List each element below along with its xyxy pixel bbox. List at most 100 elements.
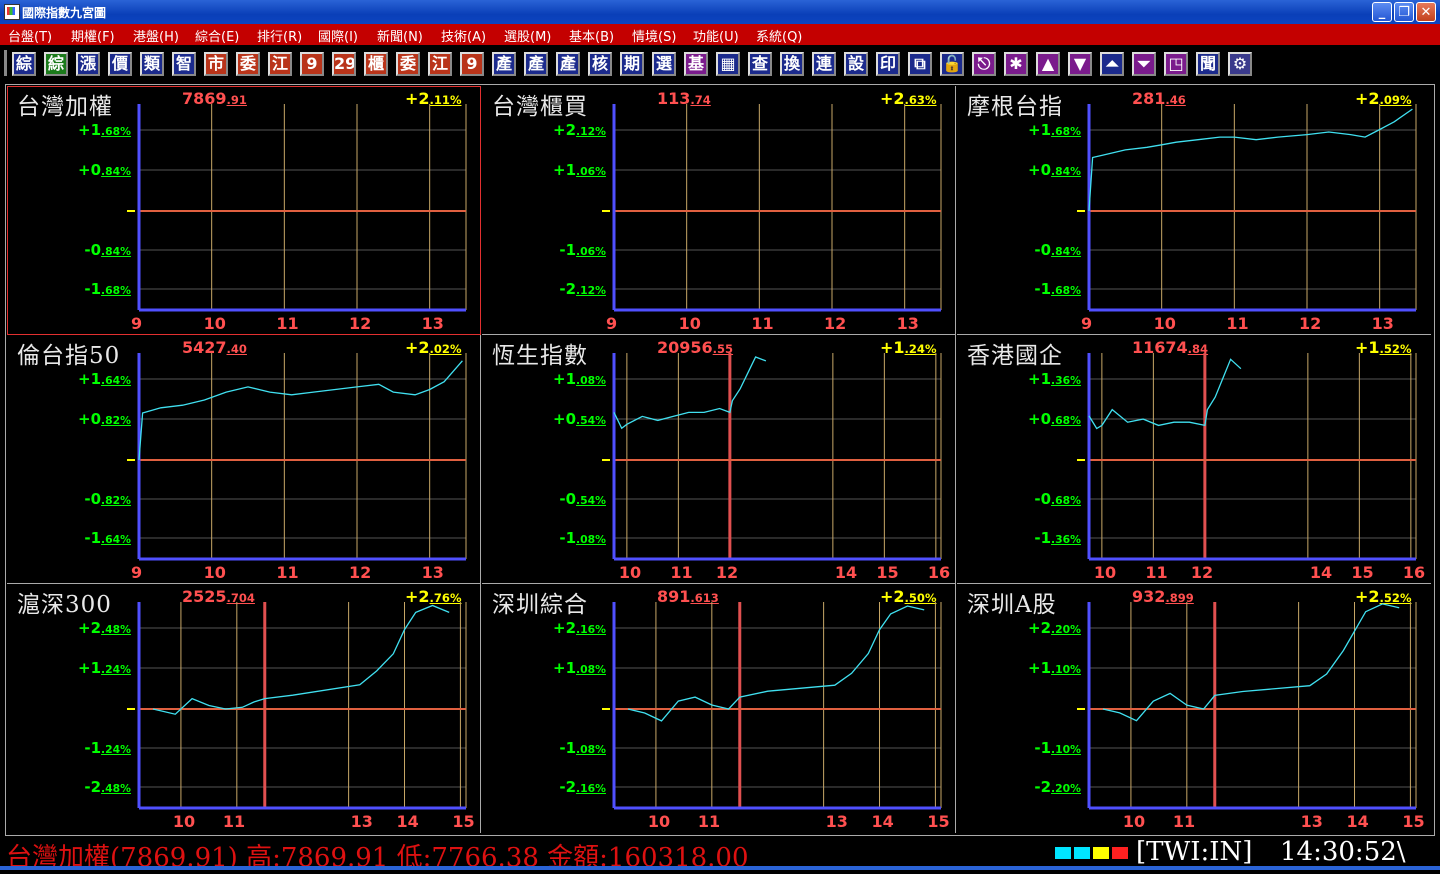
- x-axis-label: 14: [1346, 812, 1369, 831]
- toolbar-button-9[interactable]: 9: [300, 52, 324, 76]
- toolbar-button-28[interactable]: ⧉: [908, 52, 932, 76]
- toolbar-button-5[interactable]: 智: [172, 52, 196, 76]
- intraday-chart[interactable]: [957, 584, 1431, 833]
- intraday-chart[interactable]: [482, 584, 956, 833]
- toolbar-button-22[interactable]: ▦: [716, 52, 740, 76]
- intraday-chart[interactable]: [7, 86, 481, 335]
- menu-bar: 台盤(T) 期權(F) 港盤(H) 綜合(E) 排行(R) 國際(I) 新聞(N…: [0, 24, 1440, 45]
- toolbar-button-3[interactable]: 價: [108, 52, 132, 76]
- toolbar-button-25[interactable]: 連: [812, 52, 836, 76]
- x-axis-label: 10: [203, 563, 226, 582]
- toolbar-button-19[interactable]: 期: [620, 52, 644, 76]
- x-axis-label: 13: [825, 812, 848, 831]
- index-panel[interactable]: 香港國企 11674.84 +175.07 +1.52% +1.36% +0.68% -0.…: [957, 335, 1431, 584]
- toolbar-button-0[interactable]: 綜: [12, 52, 36, 76]
- menu-news[interactable]: 新聞(N): [377, 26, 423, 45]
- intraday-chart[interactable]: [482, 86, 956, 335]
- toolbar-button-21[interactable]: 基: [684, 52, 708, 76]
- menu-scenario[interactable]: 情境(S): [632, 26, 676, 45]
- toolbar-button-7[interactable]: 委: [236, 52, 260, 76]
- x-axis-label: 10: [618, 563, 642, 582]
- toolbar-button-35[interactable]: ⏷: [1132, 52, 1156, 76]
- window-bottom-border: [0, 866, 1440, 870]
- minimize-button[interactable]: _: [1372, 2, 1392, 22]
- toolbar-button-23[interactable]: 查: [748, 52, 772, 76]
- toolbar-button-32[interactable]: ▲: [1036, 52, 1060, 76]
- menu-hk[interactable]: 港盤(H): [133, 26, 179, 45]
- toolbar-button-10[interactable]: 29: [332, 52, 356, 76]
- toolbar-button-15[interactable]: 產: [492, 52, 516, 76]
- x-axis-label: 13: [1300, 812, 1323, 831]
- toolbar-button-33[interactable]: ▼: [1068, 52, 1092, 76]
- toolbar-button-20[interactable]: 選: [652, 52, 676, 76]
- menu-taipan[interactable]: 台盤(T): [8, 26, 52, 45]
- index-panel[interactable]: 深圳A股 932.899 +22.903 +2.52% +2.20% +1.10% -1.1…: [957, 584, 1431, 833]
- close-button[interactable]: ✕: [1416, 2, 1436, 22]
- x-axis-label: 14: [834, 563, 858, 582]
- menu-ranking[interactable]: 排行(R): [257, 26, 302, 45]
- app-icon: [4, 4, 20, 20]
- menu-combined[interactable]: 綜合(E): [195, 26, 239, 45]
- price-series-line: [613, 356, 767, 430]
- toolbar-button-26[interactable]: 設: [844, 52, 868, 76]
- intraday-chart[interactable]: [957, 86, 1431, 335]
- toolbar-button-17[interactable]: 產: [556, 52, 580, 76]
- index-panel[interactable]: 恆生指數 20956.55 +257.36 +1.24% +1.08% +0.54% -0.…: [482, 335, 956, 584]
- toolbar-button-14[interactable]: 9: [460, 52, 484, 76]
- x-axis-label: 16: [927, 563, 951, 582]
- intraday-chart[interactable]: [482, 335, 956, 584]
- intraday-chart[interactable]: [957, 335, 1431, 584]
- index-panel[interactable]: 滬深300 2525.704 +67.750 +2.76% +2.48% +1.24% -1…: [7, 584, 481, 833]
- index-panel[interactable]: 摩根台指 281.46 +5.76 +2.09% +1.68% +0.84% -0.84% -…: [957, 86, 1431, 335]
- x-axis-label: 10: [678, 314, 701, 333]
- price-series-line: [1088, 108, 1413, 212]
- menu-system[interactable]: 系統(Q): [756, 26, 802, 45]
- intraday-chart[interactable]: [7, 335, 481, 584]
- x-axis-label: 14: [396, 812, 419, 831]
- index-panel[interactable]: 台灣櫃買 113.74 +2.92 +2.63% +2.12% +1.06% -1.06% -…: [482, 86, 956, 335]
- menu-technical[interactable]: 技術(A): [441, 26, 486, 45]
- restore-icon: ❐: [1398, 5, 1410, 20]
- x-axis-label: 14: [1309, 563, 1333, 582]
- x-axis-label: 14: [871, 812, 894, 831]
- toolbar-button-2[interactable]: 漲: [76, 52, 100, 76]
- toolbar-button-4[interactable]: 類: [140, 52, 164, 76]
- toolbar-button-27[interactable]: 印: [876, 52, 900, 76]
- toolbar-button-12[interactable]: 委: [396, 52, 420, 76]
- toolbar-button-29[interactable]: 🔓: [940, 52, 964, 76]
- toolbar-button-38[interactable]: ⚙: [1228, 52, 1252, 76]
- x-axis-label: 15: [452, 812, 475, 831]
- index-panel[interactable]: 台灣加權 7869.91 +162.47 +2.11% +1.68% +0.84% -0.8…: [7, 86, 481, 335]
- toolbar-button-31[interactable]: ✱: [1004, 52, 1028, 76]
- toolbar-grip[interactable]: [4, 50, 7, 76]
- toolbar-button-34[interactable]: ⏶: [1100, 52, 1124, 76]
- x-axis-label: 16: [1402, 563, 1426, 582]
- intraday-chart[interactable]: [7, 584, 481, 833]
- toolbar-button-30[interactable]: ⎋: [972, 52, 996, 76]
- toolbar-button-36[interactable]: ◳: [1164, 52, 1188, 76]
- toolbar-button-24[interactable]: 換: [780, 52, 804, 76]
- restore-button[interactable]: ❐: [1394, 2, 1414, 22]
- status-clock: 14:30:52\: [1280, 837, 1406, 867]
- x-axis-label: 12: [824, 314, 847, 333]
- status-mode[interactable]: [TWI:IN]: [1136, 837, 1252, 867]
- toolbar-button-16[interactable]: 產: [524, 52, 548, 76]
- menu-international[interactable]: 國際(I): [318, 26, 358, 45]
- toolbar-button-13[interactable]: 江: [428, 52, 452, 76]
- toolbar-button-11[interactable]: 櫃: [364, 52, 388, 76]
- toolbar-button-37[interactable]: 聞: [1196, 52, 1220, 76]
- toolbar-button-6[interactable]: 市: [204, 52, 228, 76]
- toolbar-button-8[interactable]: 江: [268, 52, 292, 76]
- toolbar-button-1[interactable]: 綜: [44, 52, 68, 76]
- menu-functions[interactable]: 功能(U): [693, 26, 739, 45]
- menu-futures[interactable]: 期權(F): [71, 26, 115, 45]
- toolbar-button-18[interactable]: 核: [588, 52, 612, 76]
- status-bar: 台灣加權(7869.91) 高:7869.91 低:7766.38 金額:160…: [0, 837, 1440, 873]
- x-axis-label: 10: [172, 812, 196, 831]
- minimize-icon: _: [1378, 5, 1386, 20]
- menu-stock-pick[interactable]: 選股(M): [504, 26, 551, 45]
- index-panel[interactable]: 倫台指50 5427.40 +107.65 +2.02% +1.64% +0.82% -0.…: [7, 335, 481, 584]
- x-axis-label: 11: [697, 812, 721, 831]
- index-panel[interactable]: 深圳綜合 891.613 +21.740 +2.50% +2.16% +1.08% -1.0…: [482, 584, 956, 833]
- menu-basic[interactable]: 基本(B): [569, 26, 614, 45]
